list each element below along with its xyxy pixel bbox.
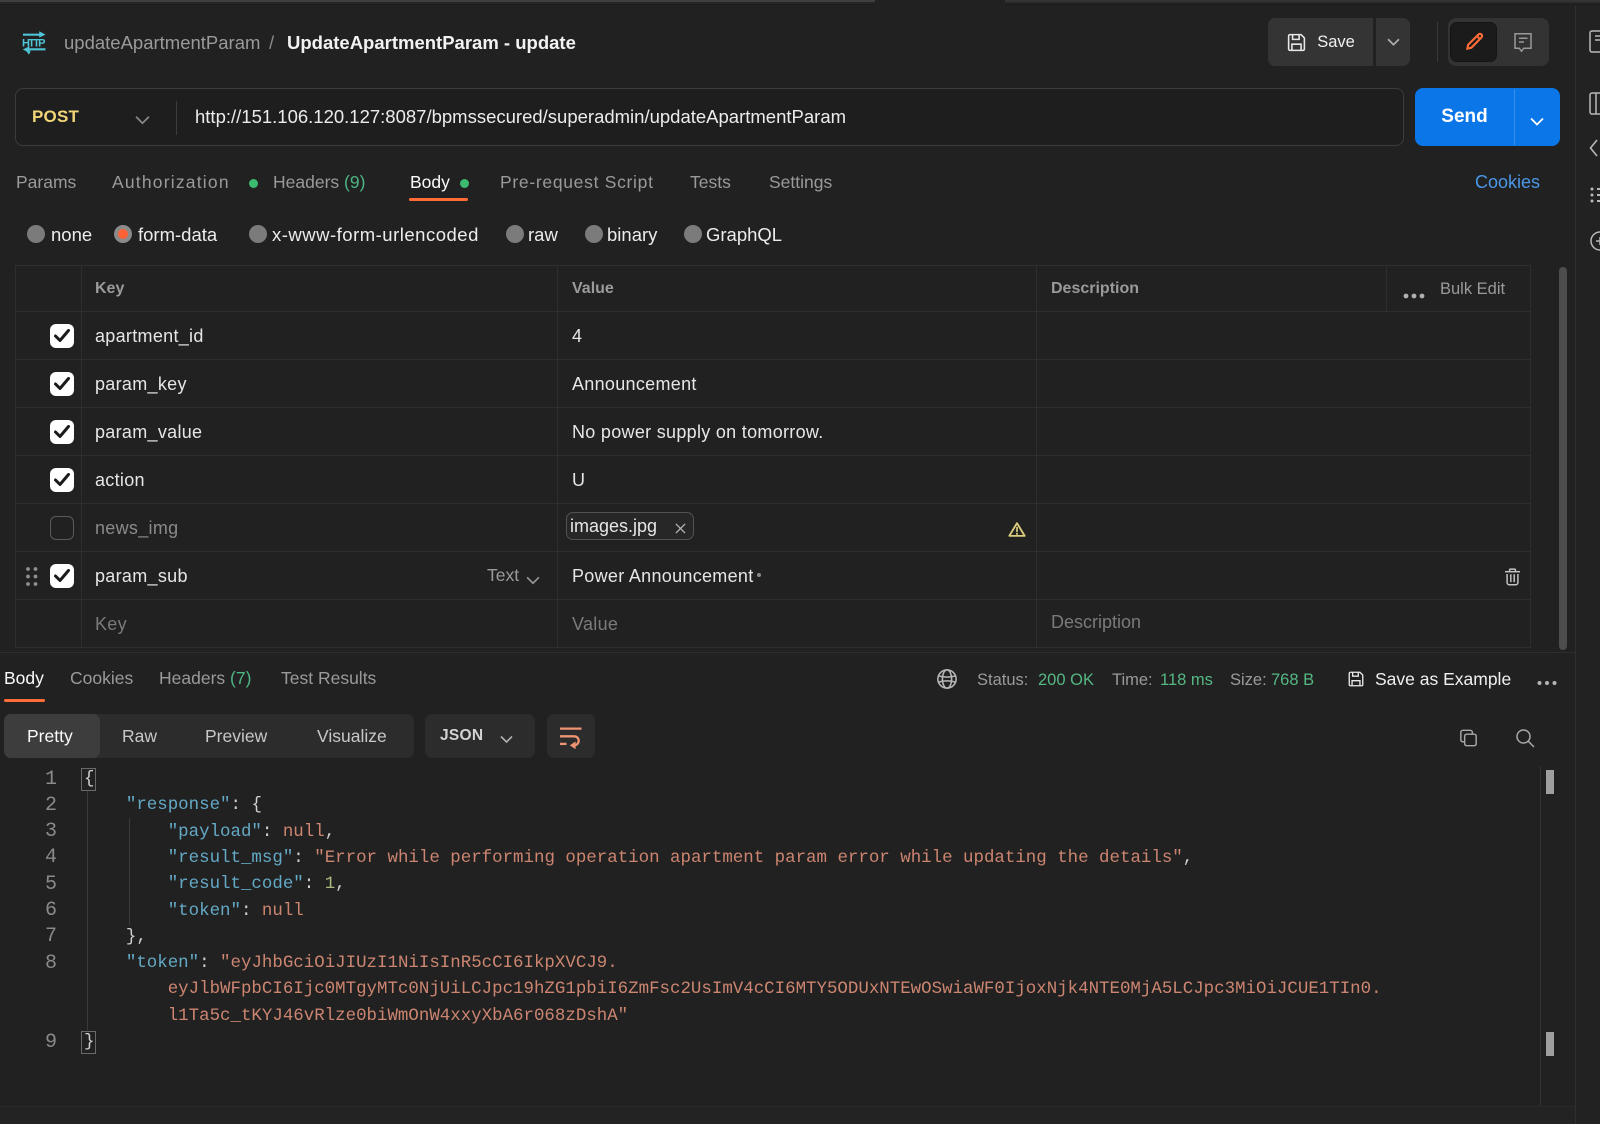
svg-text:HTTP: HTTP xyxy=(22,38,46,50)
